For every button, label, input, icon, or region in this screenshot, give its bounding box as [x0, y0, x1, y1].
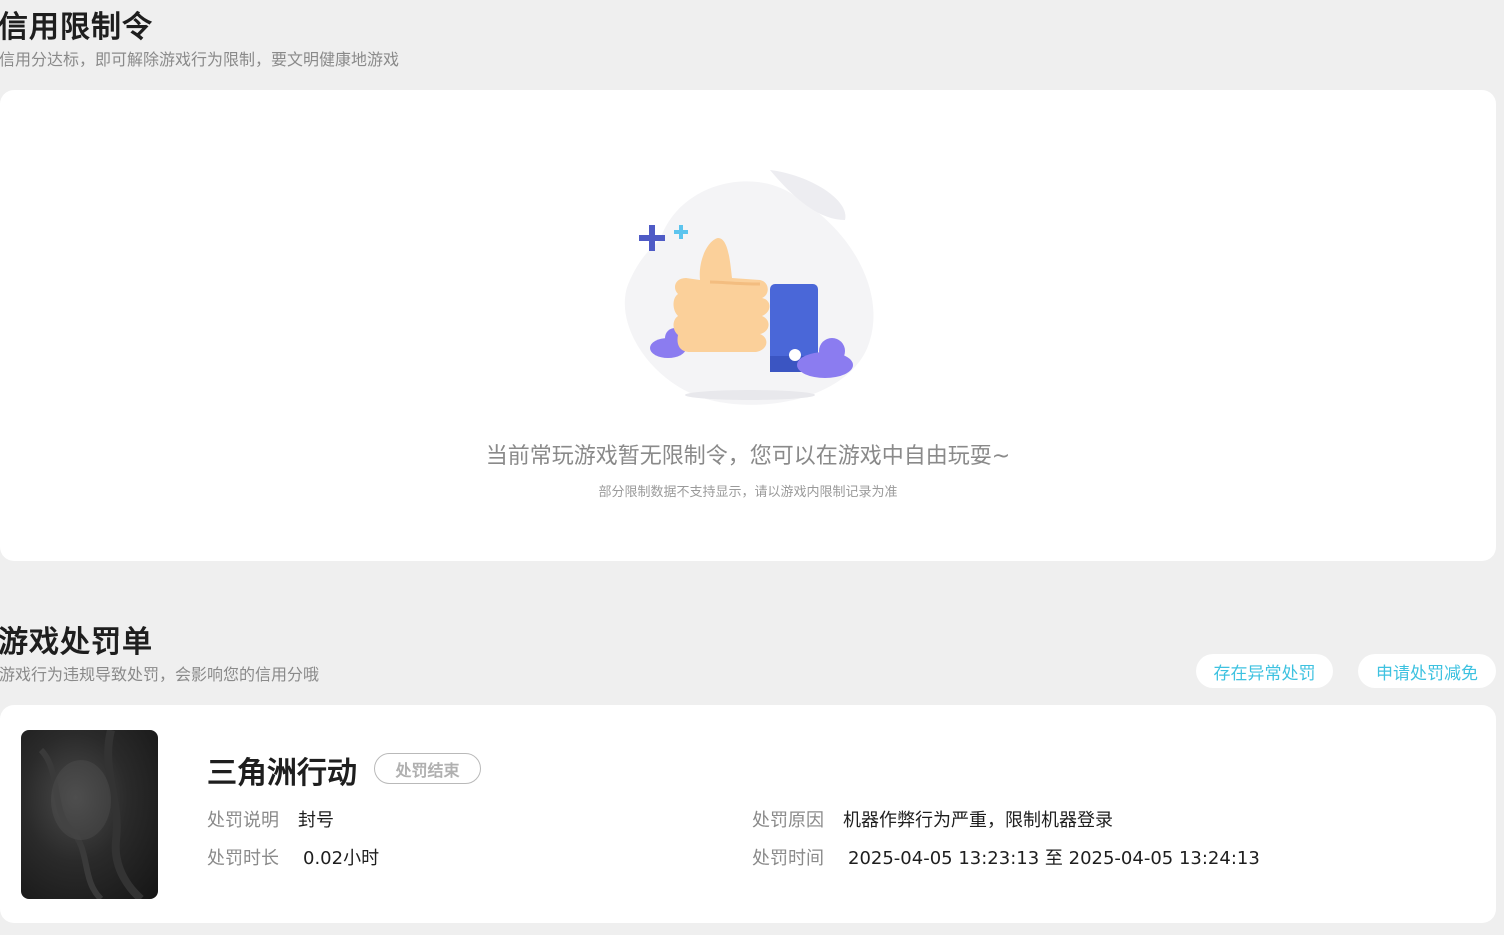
game-name: 三角洲行动	[207, 756, 357, 791]
penalty-reason-value: 机器作弊行为严重，限制机器登录	[843, 810, 1113, 831]
penalty-desc-label: 处罚说明	[207, 810, 279, 831]
limits-card: 当前常玩游戏暂无限制令，您可以在游戏中自由玩耍~ 部分限制数据不支持显示，请以游…	[0, 90, 1496, 561]
penalties-section-subtitle: 游戏行为违规导致处罚，会影响您的信用分哦	[0, 665, 320, 684]
credit-page: 信用限制令 信用分达标，即可解除游戏行为限制，要文明健康地游戏 当前常玩游戏暂无…	[0, 0, 1504, 935]
penalty-reason-label: 处罚原因	[752, 810, 824, 831]
penalty-time-label: 处罚时间	[752, 848, 824, 869]
empty-state-message: 当前常玩游戏暂无限制令，您可以在游戏中自由玩耍~	[485, 444, 1011, 469]
thumbs-up-illustration	[624, 170, 874, 405]
penalty-duration-value: 0.02小时	[303, 848, 380, 869]
penalty-status-badge: 处罚结束	[374, 753, 481, 784]
limits-section-title: 信用限制令	[0, 10, 153, 45]
empty-state-note: 部分限制数据不支持显示，请以游戏内限制记录为准	[598, 485, 898, 500]
penalty-record-card: 三角洲行动 处罚结束 处罚说明 封号 处罚时长 0.02小时 处罚原因 机器作弊…	[0, 705, 1496, 923]
penalty-duration-label: 处罚时长	[207, 848, 279, 869]
penalties-section-title: 游戏处罚单	[0, 625, 153, 660]
apply-penalty-reduction-button[interactable]: 申请处罚减免	[1358, 654, 1496, 688]
report-abnormal-penalty-button[interactable]: 存在异常处罚	[1196, 654, 1333, 688]
game-cover-image	[21, 730, 158, 899]
limits-section-subtitle: 信用分达标，即可解除游戏行为限制，要文明健康地游戏	[0, 50, 400, 69]
penalty-time-value: 2025-04-05 13:23:13 至 2025-04-05 13:24:1…	[848, 848, 1260, 869]
penalty-desc-value: 封号	[298, 810, 334, 831]
